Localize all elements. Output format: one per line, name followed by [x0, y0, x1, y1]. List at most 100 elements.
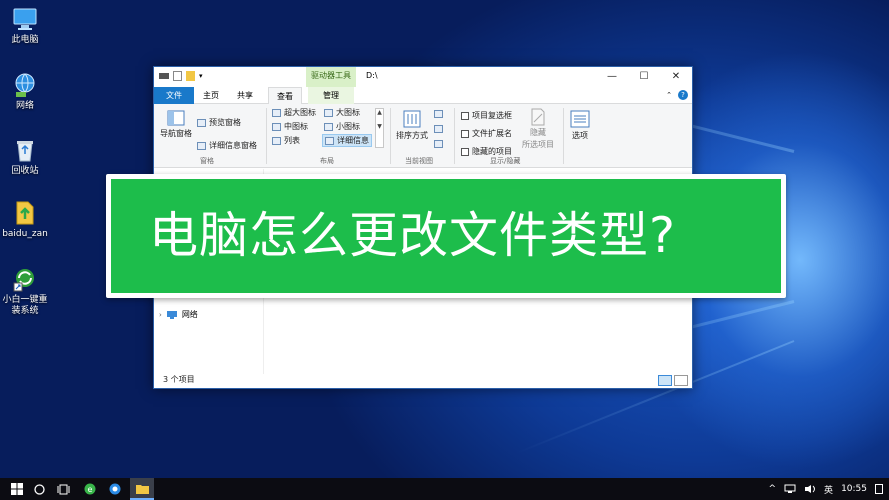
- tab-manage[interactable]: 管理: [308, 87, 354, 104]
- app-circle-icon: [109, 483, 121, 495]
- search-circle-icon: [33, 483, 45, 495]
- desktop-icon-reinstall-app[interactable]: 小白一键重装系统: [0, 266, 50, 317]
- group-label-layout: 布局: [320, 157, 334, 165]
- checkbox-icon: [461, 147, 469, 156]
- title-banner: 电脑怎么更改文件类型?: [106, 174, 786, 298]
- navigation-pane-button[interactable]: 导航窗格: [160, 110, 192, 139]
- ribbon-expand-icon[interactable]: ⌃: [666, 91, 672, 99]
- details-pane-icon: [197, 141, 206, 150]
- tab-file[interactable]: 文件: [154, 87, 194, 104]
- group-label-panes: 窗格: [200, 157, 214, 165]
- view-toggle: [658, 375, 688, 386]
- clock[interactable]: 10:55: [841, 484, 867, 494]
- hide-selected-items-button[interactable]: 隐藏 所选项目: [522, 108, 554, 150]
- system-tray: ^ 英 10:55: [769, 478, 889, 500]
- windows-logo-icon: [11, 483, 23, 495]
- details-view-button[interactable]: [658, 375, 672, 386]
- maximize-button[interactable]: ☐: [628, 67, 660, 87]
- ribbon-separator: [454, 108, 455, 164]
- group-by-icon[interactable]: [434, 110, 443, 118]
- add-columns-icon[interactable]: [434, 125, 443, 133]
- taskbar-app-blue[interactable]: [105, 478, 125, 500]
- large-icons-view-button[interactable]: [674, 375, 688, 386]
- app-shortcut-icon: [12, 266, 38, 292]
- title-banner-fill: 电脑怎么更改文件类型?: [111, 179, 781, 293]
- browser-icon: e: [84, 483, 96, 495]
- taskbar-file-explorer[interactable]: [130, 478, 154, 500]
- item-checkboxes-toggle[interactable]: 项目复选框: [461, 110, 512, 121]
- ribbon-separator: [390, 108, 391, 164]
- desktop-icon-baidu-zan[interactable]: baidu_zan: [0, 200, 50, 240]
- layout-medium-icons[interactable]: 中图标: [272, 121, 308, 132]
- properties-icon[interactable]: [159, 73, 169, 79]
- qat-dropdown-icon[interactable]: ▾: [199, 72, 203, 80]
- view-option-buttons: [434, 110, 443, 148]
- ribbon-tabs: 文件 主页 共享 查看 管理 ⌃ ?: [154, 87, 692, 104]
- new-folder-icon[interactable]: [186, 71, 195, 81]
- preview-pane-button[interactable]: 预览窗格: [197, 117, 241, 128]
- layout-list[interactable]: 列表: [272, 135, 300, 146]
- file-extensions-toggle[interactable]: 文件扩展名: [461, 128, 512, 139]
- layout-scroll[interactable]: ▲ ▼: [375, 108, 384, 148]
- checkbox-icon: [461, 129, 469, 138]
- extra-large-icons-icon: [272, 108, 281, 117]
- ribbon-separator: [563, 108, 564, 164]
- window-controls: — ☐ ✕: [596, 67, 692, 87]
- file-icon: [12, 200, 38, 226]
- nav-item-network[interactable]: › 网络: [159, 309, 198, 320]
- window-title: D:\: [366, 71, 378, 80]
- this-pc-icon: [12, 6, 38, 32]
- details-pane-button[interactable]: 详细信息窗格: [197, 140, 257, 151]
- desktop-icon-this-pc[interactable]: 此电脑: [0, 6, 50, 46]
- recycle-bin-icon: [12, 137, 38, 163]
- list-icon: [272, 136, 281, 145]
- close-button[interactable]: ✕: [660, 67, 692, 87]
- quick-access-toolbar: ▾: [159, 71, 203, 81]
- layout-details[interactable]: 详细信息: [322, 134, 372, 147]
- item-count: 3 个项目: [163, 375, 195, 384]
- network-icon: [166, 310, 177, 319]
- drive-tools-context-tab: 驱动器工具: [306, 67, 356, 87]
- checkmark-doc-icon[interactable]: [173, 71, 182, 81]
- banner-title: 电脑怎么更改文件类型?: [149, 207, 677, 264]
- tab-share[interactable]: 共享: [230, 87, 260, 104]
- title-bar: ▾ 驱动器工具 D:\ — ☐ ✕: [154, 67, 692, 87]
- task-view-button[interactable]: [54, 478, 72, 500]
- layout-small-icons[interactable]: 小图标: [324, 121, 360, 132]
- folder-icon: [135, 484, 149, 494]
- sort-icon: [403, 110, 421, 128]
- details-icon: [325, 136, 334, 145]
- notification-icon[interactable]: [875, 484, 883, 494]
- volume-icon[interactable]: [804, 484, 816, 494]
- chevron-right-icon[interactable]: ›: [159, 311, 162, 319]
- network-status-icon[interactable]: [784, 484, 796, 494]
- show-hidden-icons-icon[interactable]: ^: [769, 484, 777, 494]
- sort-by-button[interactable]: 排序方式: [396, 110, 428, 141]
- task-view-icon: [57, 484, 69, 494]
- small-icons-icon: [324, 122, 333, 131]
- cortana-button[interactable]: [30, 478, 48, 500]
- desktop-icon-recycle-bin[interactable]: 回收站: [0, 137, 50, 177]
- group-label-current-view: 当前视图: [405, 157, 433, 165]
- network-icon: [12, 72, 38, 98]
- help-icon[interactable]: ?: [678, 90, 688, 100]
- tab-view[interactable]: 查看: [268, 87, 302, 104]
- layout-extra-large-icons[interactable]: 超大图标: [272, 107, 316, 118]
- svg-text:e: e: [88, 485, 93, 494]
- start-button[interactable]: [6, 478, 28, 500]
- options-button[interactable]: 选项: [570, 110, 590, 141]
- layout-large-icons[interactable]: 大图标: [324, 107, 360, 118]
- size-columns-icon[interactable]: [434, 140, 443, 148]
- hide-selected-icon: [531, 108, 545, 126]
- minimize-button[interactable]: —: [596, 67, 628, 87]
- help-area: ⌃ ?: [666, 90, 688, 100]
- input-language-indicator[interactable]: 英: [824, 483, 833, 496]
- tab-home[interactable]: 主页: [196, 87, 226, 104]
- group-label-show-hide: 显示/隐藏: [490, 157, 521, 165]
- status-bar: 3 个项目: [154, 372, 692, 388]
- large-icons-icon: [324, 108, 333, 117]
- ribbon-separator: [266, 108, 267, 164]
- desktop-icon-network[interactable]: 网络: [0, 72, 50, 112]
- navigation-pane-icon: [167, 110, 185, 126]
- taskbar-app-green[interactable]: e: [80, 478, 100, 500]
